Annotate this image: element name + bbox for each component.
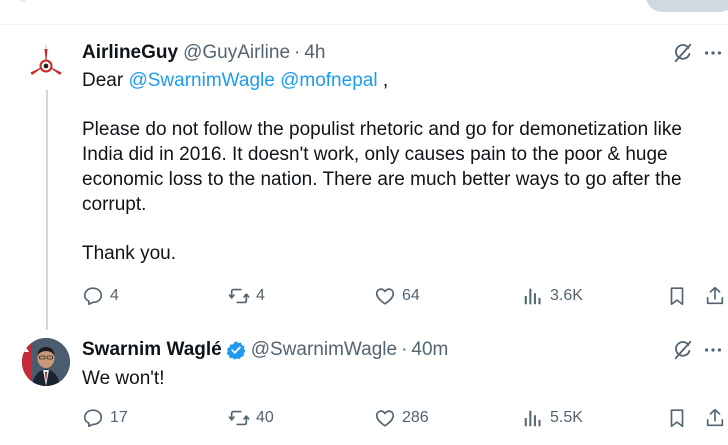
avatar-swarnim-wagle[interactable]	[22, 338, 70, 386]
tweet-action-bar: 17 40 286 5.5K	[82, 403, 728, 433]
top-bar-dot	[20, 0, 26, 2]
tweet-text: We won't!	[82, 368, 165, 389]
greeting-text: Dear	[82, 70, 124, 91]
bookmark-icon	[670, 287, 684, 306]
more-icon[interactable]	[698, 38, 728, 68]
share-button[interactable]	[704, 285, 726, 307]
reply-button[interactable]: 4	[82, 285, 119, 307]
share-icon	[706, 408, 724, 427]
timestamp[interactable]: 40m	[411, 339, 448, 361]
bookmark-icon	[670, 409, 684, 428]
grok-icon[interactable]	[668, 38, 698, 68]
profile-photo	[22, 338, 70, 386]
repost-count: 4	[256, 287, 265, 304]
views-count: 5.5K	[550, 409, 583, 426]
separator-dot: ·	[294, 42, 301, 63]
share-button[interactable]	[704, 407, 726, 429]
mention-link[interactable]: @mofnepal	[280, 70, 377, 91]
reply-count: 17	[110, 409, 128, 426]
avatar-airlineguy[interactable]	[22, 41, 70, 89]
like-button[interactable]: 64	[374, 285, 420, 307]
author-name[interactable]: Swarnim Waglé	[82, 339, 222, 361]
tweet-header: AirlineGuy @GuyAirline · 4h	[82, 42, 325, 64]
timestamp[interactable]: 4h	[304, 42, 325, 64]
tweet-paragraph: Please do not follow the populist rhetor…	[82, 119, 682, 215]
more-icon[interactable]	[698, 335, 728, 365]
bookmark-button[interactable]	[666, 285, 688, 307]
like-count: 64	[402, 287, 420, 304]
propeller-logo-icon	[23, 42, 69, 88]
greeting-punctuation: ,	[377, 70, 389, 91]
repost-icon	[228, 288, 250, 304]
tweet-corner-actions	[668, 335, 728, 365]
repost-button[interactable]: 40	[228, 407, 274, 429]
bookmark-button[interactable]	[666, 407, 688, 429]
views-button[interactable]: 5.5K	[522, 407, 583, 429]
repost-button[interactable]: 4	[228, 285, 265, 307]
reply-button[interactable]: 17	[82, 407, 128, 429]
tweet-header: Swarnim Waglé @SwarnimWagle · 40m	[82, 339, 448, 361]
grok-icon[interactable]	[668, 335, 698, 365]
like-count: 286	[402, 409, 429, 426]
mention-link[interactable]: @SwarnimWagle	[128, 70, 274, 91]
like-icon	[375, 288, 395, 305]
top-bar-button[interactable]	[646, 0, 728, 12]
tweet-corner-actions	[668, 38, 728, 68]
views-icon	[524, 410, 541, 427]
reply-icon	[83, 287, 103, 306]
greeting-line: Dear @SwarnimWagle @mofnepal ,	[82, 68, 712, 93]
top-bar-remnant	[0, 0, 728, 25]
tweet-text: Dear @SwarnimWagle @mofnepal , Please do…	[82, 68, 712, 266]
tweet-action-bar: 4 4 64 3.6K	[82, 281, 728, 311]
author-handle[interactable]: @SwarnimWagle	[251, 339, 397, 361]
repost-icon	[228, 410, 250, 426]
separator-dot: ·	[401, 339, 408, 360]
thread-connector-line	[46, 90, 48, 330]
views-button[interactable]: 3.6K	[522, 285, 583, 307]
like-icon	[375, 410, 395, 427]
views-icon	[524, 288, 541, 305]
like-button[interactable]: 286	[374, 407, 429, 429]
author-handle[interactable]: @GuyAirline	[183, 42, 290, 64]
verified-badge-icon[interactable]	[226, 340, 246, 360]
views-count: 3.6K	[550, 287, 583, 304]
share-icon	[706, 286, 724, 305]
reply-icon	[83, 409, 103, 428]
tweet-closing: Thank you.	[82, 243, 176, 264]
author-name[interactable]: AirlineGuy	[82, 42, 178, 64]
reply-count: 4	[110, 287, 119, 304]
repost-count: 40	[256, 409, 274, 426]
